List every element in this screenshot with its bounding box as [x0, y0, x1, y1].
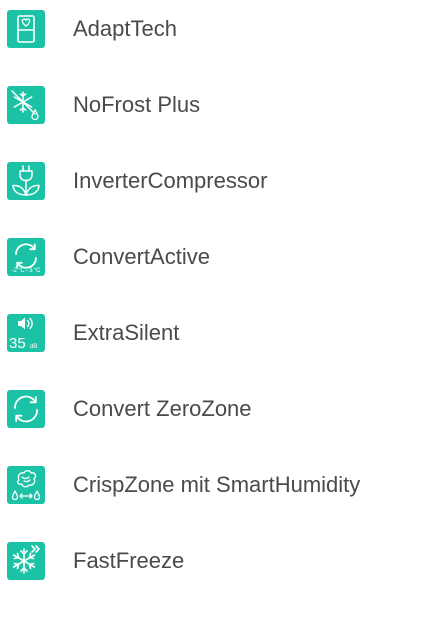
feature-item-extrasilent: 35 dB ExtraSilent: [7, 314, 360, 352]
speaker-sound-icon: 35 dB: [7, 314, 45, 352]
plug-leaf-icon: [7, 162, 45, 200]
feature-label: FastFreeze: [73, 548, 185, 573]
feature-label: Convert ZeroZone: [73, 396, 252, 421]
feature-item-fastfreeze: FastFreeze: [7, 542, 360, 580]
snowflake-drop-icon: [7, 86, 45, 124]
noise-level-unit: dB: [30, 344, 38, 350]
convert-arrows-icon: [7, 390, 45, 428]
noise-level-value: 35: [9, 335, 26, 352]
feature-label: ConvertActive: [73, 244, 210, 269]
feature-list: AdaptTech NoFrost Plus InverterCompresso…: [7, 10, 360, 618]
feature-item-nofrost-plus: NoFrost Plus: [7, 86, 360, 124]
feature-label: ExtraSilent: [73, 320, 180, 345]
feature-item-convert-zerozone: Convert ZeroZone: [7, 390, 360, 428]
vegetable-humidity-icon: [7, 466, 45, 504]
feature-label: InverterCompressor: [73, 168, 268, 193]
feature-item-convertactive: -2 °C - 3 °C ConvertActive: [7, 238, 360, 276]
feature-label: CrispZone mit SmartHumidity: [73, 472, 361, 497]
feature-item-adapttech: AdaptTech: [7, 10, 360, 48]
feature-item-crispzone-smarthumidity: CrispZone mit SmartHumidity: [7, 466, 360, 504]
convert-arrows-icon: -2 °C - 3 °C: [7, 238, 45, 276]
snowflake-fast-icon: [7, 542, 45, 580]
feature-label: AdaptTech: [73, 16, 177, 41]
feature-item-invertercompressor: InverterCompressor: [7, 162, 360, 200]
fridge-heart-icon: [7, 10, 45, 48]
feature-label: NoFrost Plus: [73, 92, 201, 117]
temperature-range-caption: -2 °C - 3 °C: [11, 268, 41, 274]
